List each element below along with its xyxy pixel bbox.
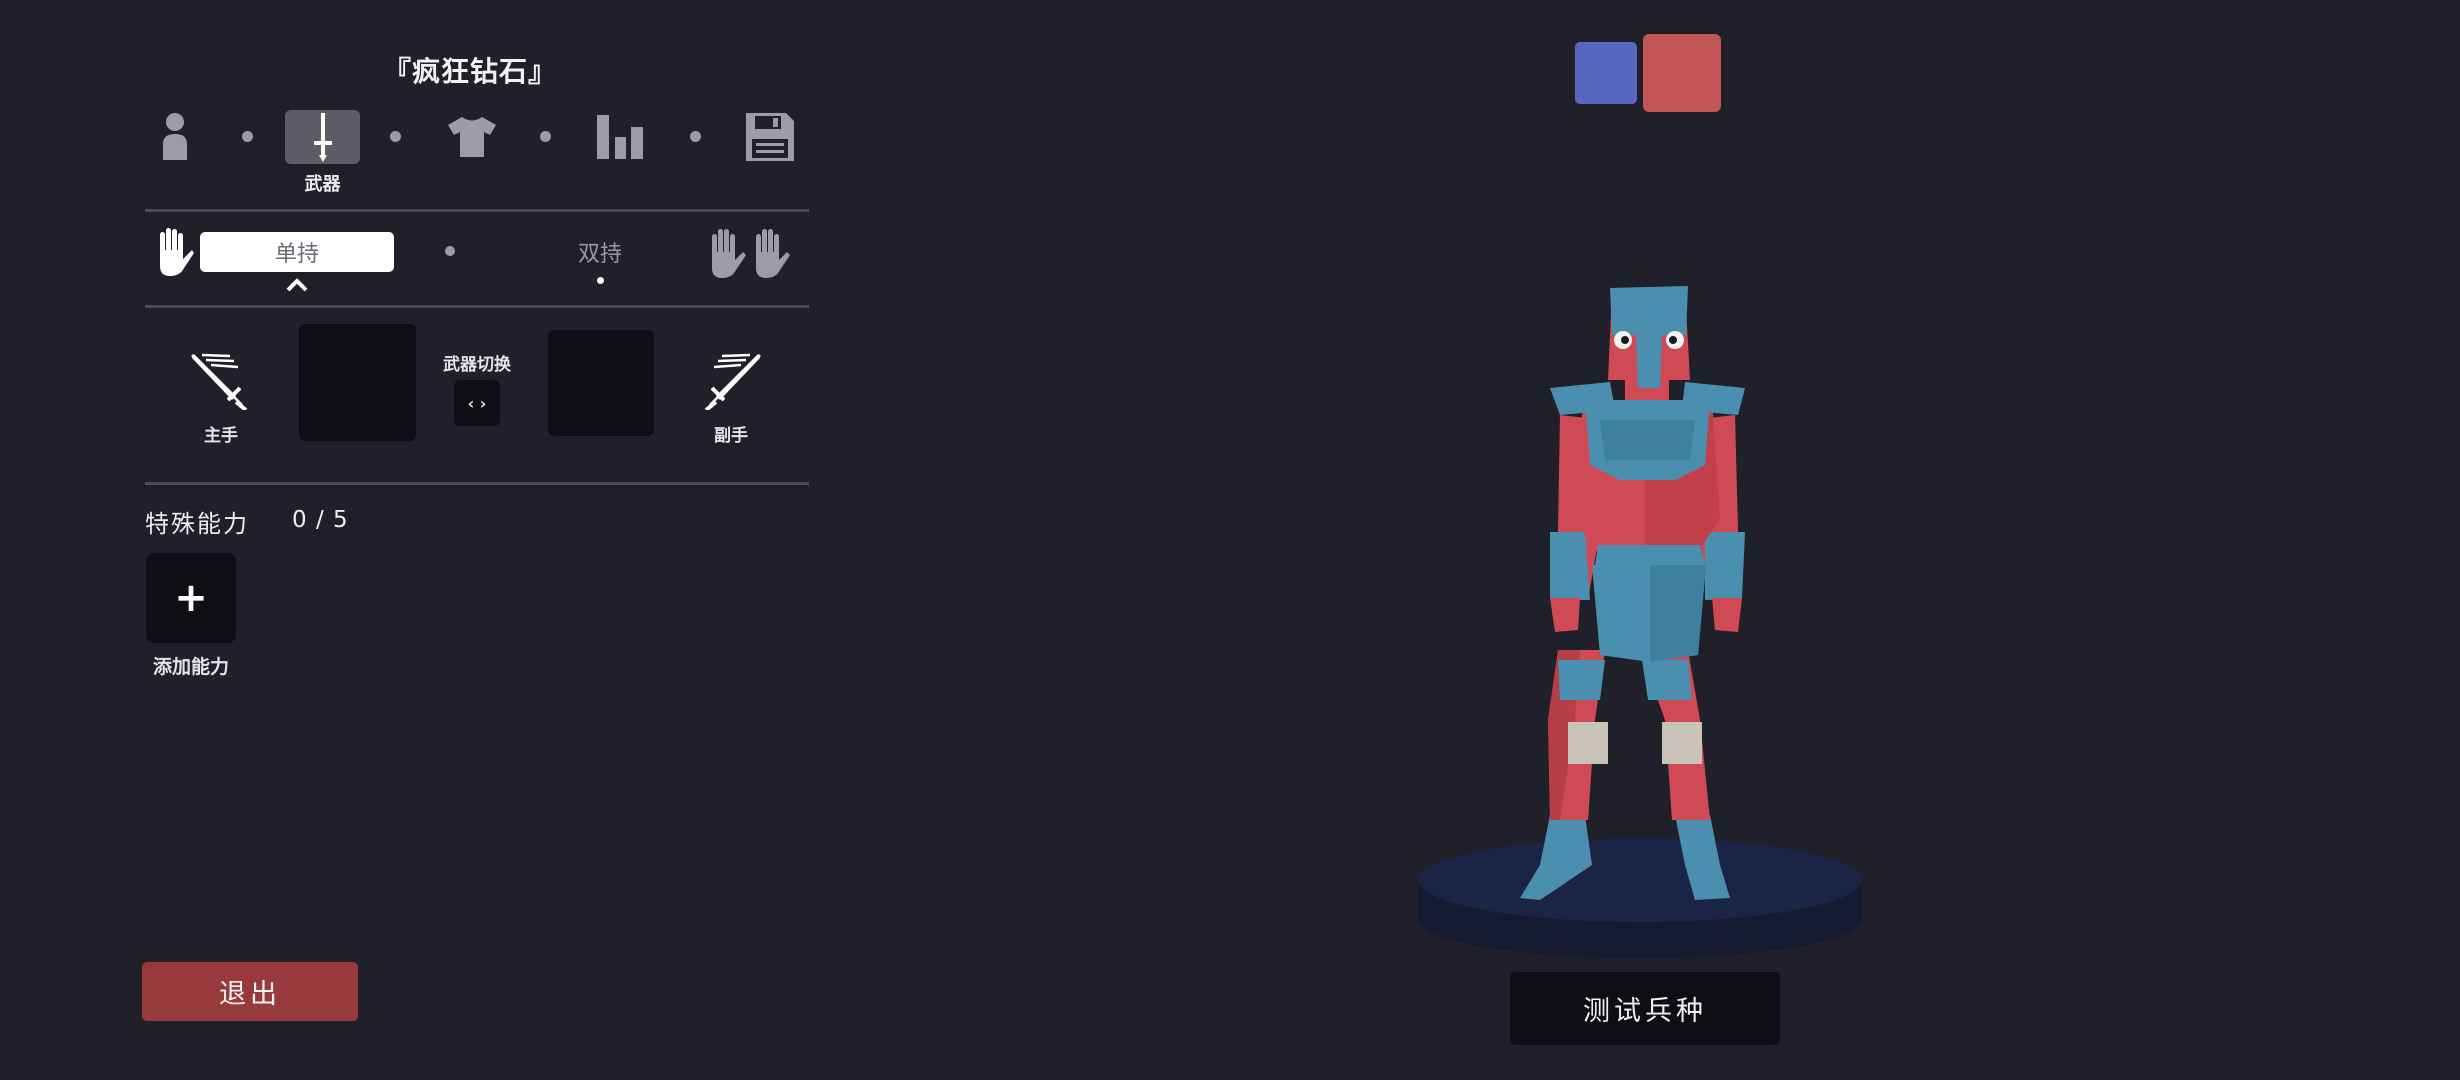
- person-icon: [163, 113, 187, 160]
- sword-icon: [313, 113, 332, 162]
- single-hand-icon: [150, 226, 194, 282]
- bar-chart-icon: [597, 115, 643, 159]
- special-abilities-label: 特殊能力: [145, 510, 249, 538]
- tab-weapons-label: 武器: [304, 174, 341, 195]
- add-ability-label: 添加能力: [152, 656, 229, 678]
- divider: [145, 305, 809, 308]
- special-abilities-count: 0 / 5: [292, 507, 349, 533]
- two-hands-icon: [708, 226, 796, 284]
- weapon-switch-label: 武器切换: [443, 355, 511, 375]
- tab-clothing[interactable]: [445, 110, 499, 164]
- divider: [145, 482, 809, 485]
- team-red-swatch[interactable]: [1643, 34, 1721, 112]
- grip-separator-dot: [445, 246, 455, 256]
- tab-separator-dot: [690, 131, 701, 142]
- main-hand-label: 主手: [204, 426, 238, 446]
- tab-separator-dot: [540, 131, 551, 142]
- test-unit-button[interactable]: 测试兵种: [1510, 972, 1780, 1045]
- unit-name-title: 『疯狂钻石』: [382, 55, 557, 88]
- add-ability-button[interactable]: +: [146, 553, 236, 643]
- main-hand-weapon-slot[interactable]: [299, 324, 416, 441]
- pedestal: [1418, 838, 1862, 958]
- off-hand-swing-icon: [700, 352, 762, 414]
- grip-two-handed-option[interactable]: 双持: [550, 236, 650, 268]
- grip-indicator-dot: [597, 277, 604, 284]
- floppy-disk-icon: [746, 113, 794, 161]
- exit-button[interactable]: 退出: [142, 962, 358, 1021]
- shirt-icon: [448, 117, 496, 157]
- divider: [145, 209, 809, 212]
- selected-chevron-up-icon: [285, 276, 309, 296]
- tab-separator-dot: [390, 131, 401, 142]
- team-blue-swatch[interactable]: [1575, 42, 1637, 104]
- tab-unit-base[interactable]: [155, 110, 195, 164]
- tab-separator-dot: [242, 131, 253, 142]
- unit-character-model: [1520, 286, 1745, 900]
- off-hand-weapon-slot[interactable]: [548, 330, 654, 436]
- weapon-switch-button[interactable]: ‹ ›: [454, 380, 500, 426]
- tab-stats[interactable]: [593, 110, 647, 164]
- main-hand-swing-icon: [190, 352, 252, 414]
- tab-weapons[interactable]: [285, 110, 360, 164]
- off-hand-label: 副手: [714, 426, 748, 446]
- grip-one-handed-option[interactable]: 单持: [200, 232, 394, 272]
- tab-save[interactable]: [743, 110, 797, 164]
- unit-preview[interactable]: [1400, 270, 1880, 970]
